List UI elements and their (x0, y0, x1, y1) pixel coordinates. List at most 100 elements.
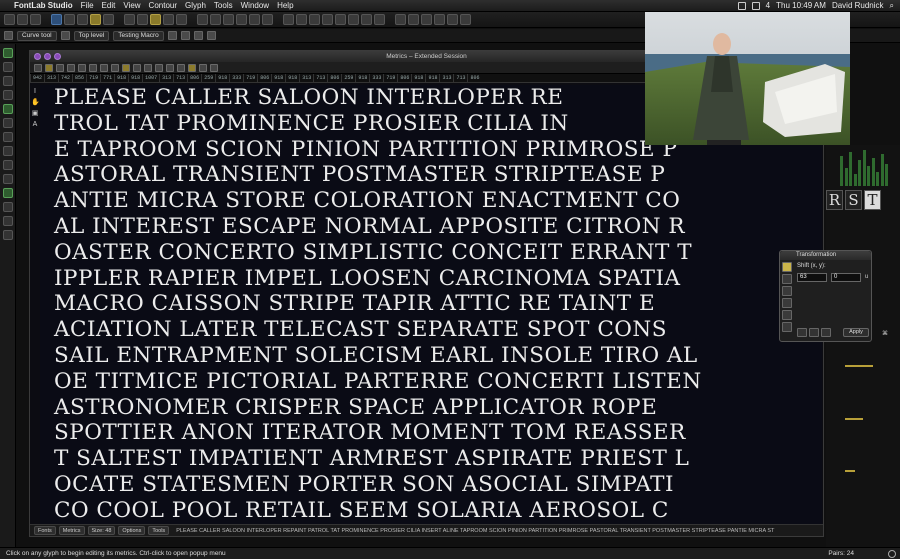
text-line[interactable]: OASTER CONCERTO SIMPLISTIC CONCEIT ERRAN… (40, 240, 822, 266)
metrics-tool-icon[interactable] (133, 63, 141, 72)
transform-icon[interactable] (262, 14, 273, 25)
align-icon[interactable] (322, 14, 333, 25)
text-line[interactable]: ASTRONOMER CRISPER SPACE APPLICATOR ROPE (40, 395, 822, 421)
hand-icon[interactable]: ✋ (31, 99, 40, 107)
brush-tool-icon[interactable] (3, 132, 13, 142)
text-line[interactable]: IPPLER RAPIER IMPEL LOOSEN CARCINOMA SPA… (40, 266, 822, 292)
hint-icon[interactable] (447, 14, 458, 25)
text-line[interactable]: AL INTEREST ESCAPE NORMAL APPOSITE CITRO… (40, 214, 822, 240)
action-icon[interactable] (821, 328, 831, 337)
metrics-tool-icon[interactable] (210, 63, 218, 72)
macro-select[interactable]: Testing Macro (113, 30, 164, 41)
shift-y-input[interactable]: 0 (831, 273, 861, 282)
align-icon[interactable] (283, 14, 294, 25)
metrics-icon[interactable]: ▣ (31, 110, 39, 118)
contour-tool-icon[interactable] (3, 104, 13, 114)
run-macro-icon[interactable] (167, 31, 177, 40)
pointer-tool-icon[interactable] (3, 48, 13, 58)
battery-count[interactable]: 4 (766, 0, 770, 12)
menu-view[interactable]: View (123, 0, 140, 12)
rotate-mode-icon[interactable] (782, 286, 792, 296)
metrics-text-area[interactable]: PLEASE CALLER SALOON INTERLOPER RE TROL T… (40, 85, 822, 525)
open-icon[interactable] (17, 14, 28, 25)
transform-icon[interactable] (249, 14, 260, 25)
layer-icon[interactable] (60, 31, 70, 40)
pen-tool-icon[interactable] (3, 62, 13, 72)
glyph-cell[interactable]: T (864, 190, 881, 210)
minimize-window-button[interactable] (44, 53, 51, 60)
text-line[interactable]: CO COOL POOL RETAIL SEEM SOLARIA AEROSOL… (40, 498, 822, 524)
flip-mode-icon[interactable] (782, 310, 792, 320)
metrics-window-icon[interactable] (77, 14, 88, 25)
add-action-icon[interactable] (797, 328, 807, 337)
scale-mode-icon[interactable] (782, 274, 792, 284)
align-icon[interactable] (296, 14, 307, 25)
rectangle-tool-icon[interactable] (3, 146, 13, 156)
scale-tool-icon[interactable] (3, 188, 13, 198)
spotlight-icon[interactable]: ⌕ (890, 0, 894, 12)
transform-icon[interactable] (210, 14, 221, 25)
status-item-icon[interactable] (737, 2, 746, 10)
mirror-mode-icon[interactable] (782, 322, 792, 332)
shift-x-input[interactable]: 63 (797, 273, 827, 282)
align-icon[interactable] (348, 14, 359, 25)
fonts-dropdown[interactable]: Fonts (34, 526, 56, 535)
metrics-tool-icon[interactable] (67, 63, 75, 72)
macro-option-icon[interactable] (180, 31, 190, 40)
macro-option-icon[interactable] (193, 31, 203, 40)
kern-icon[interactable]: A (31, 121, 39, 129)
close-window-button[interactable] (34, 53, 41, 60)
level-select[interactable]: Top level (73, 30, 110, 41)
hint-icon[interactable] (434, 14, 445, 25)
menu-tools[interactable]: Tools (214, 0, 233, 12)
transform-icon[interactable] (236, 14, 247, 25)
ellipse-tool-icon[interactable] (3, 160, 13, 170)
transform-icon[interactable] (197, 14, 208, 25)
tool-icon[interactable] (150, 14, 161, 25)
zoom-window-button[interactable] (54, 53, 61, 60)
glyph-cell[interactable]: S (845, 190, 862, 210)
text-line[interactable]: SPOTTIER ANON ITERATOR MOMENT TOM REASSE… (40, 420, 822, 446)
metrics-tool-icon[interactable] (144, 63, 152, 72)
eraser-tool-icon[interactable] (3, 90, 13, 100)
transformation-title[interactable]: Transformation (780, 251, 871, 260)
options-dropdown[interactable]: Options (118, 526, 146, 535)
tool-icon[interactable] (176, 14, 187, 25)
menu-window[interactable]: Window (241, 0, 269, 12)
tool-icon[interactable] (137, 14, 148, 25)
font-window-icon[interactable] (51, 14, 62, 25)
rapidograph-tool-icon[interactable] (3, 118, 13, 128)
metrics-tool-icon[interactable] (111, 63, 119, 72)
save-icon[interactable] (30, 14, 41, 25)
hint-icon[interactable] (395, 14, 406, 25)
hint-icon[interactable] (460, 14, 471, 25)
metrics-tool-icon[interactable] (122, 63, 130, 72)
metrics-tool-icon[interactable] (89, 63, 97, 72)
tool-icon[interactable] (124, 14, 135, 25)
align-icon[interactable] (374, 14, 385, 25)
hint-icon[interactable] (408, 14, 419, 25)
slant-mode-icon[interactable] (782, 298, 792, 308)
zoom-tool-icon[interactable] (3, 230, 13, 240)
text-line[interactable]: MACRO CAISSON STRIPE TAPIR ATTIC RE TAIN… (40, 291, 822, 317)
menu-contour[interactable]: Contour (149, 0, 177, 12)
size-dropdown[interactable]: Size: 48 (87, 526, 116, 535)
status-item-icon[interactable] (751, 2, 760, 10)
text-cursor-icon[interactable]: I (31, 88, 39, 96)
resize-grip-icon[interactable] (888, 550, 896, 558)
text-line[interactable]: OE TITMICE PICTORIAL PARTERRE CONCERTI L… (40, 369, 822, 395)
metrics-tool-icon[interactable] (166, 63, 174, 72)
text-line[interactable]: ASTORAL TRANSIENT POSTMASTER STRIPTEASE … (40, 162, 822, 188)
hint-icon[interactable] (421, 14, 432, 25)
menu-file[interactable]: File (81, 0, 94, 12)
align-icon[interactable] (335, 14, 346, 25)
app-name-menu[interactable]: FontLab Studio (14, 0, 73, 12)
shift-mode-icon[interactable] (782, 262, 792, 272)
apply-button[interactable]: Apply (843, 328, 869, 337)
text-line[interactable]: SAIL ENTRAPMENT SOLECISM EARL INSOLE TIR… (40, 343, 822, 369)
metrics-mode-icon[interactable] (34, 63, 42, 72)
glyph-window-icon[interactable] (64, 14, 75, 25)
clock[interactable]: Thu 10:49 AM (776, 0, 826, 12)
metrics-dropdown[interactable]: Metrics (58, 526, 85, 535)
slant-tool-icon[interactable] (3, 202, 13, 212)
